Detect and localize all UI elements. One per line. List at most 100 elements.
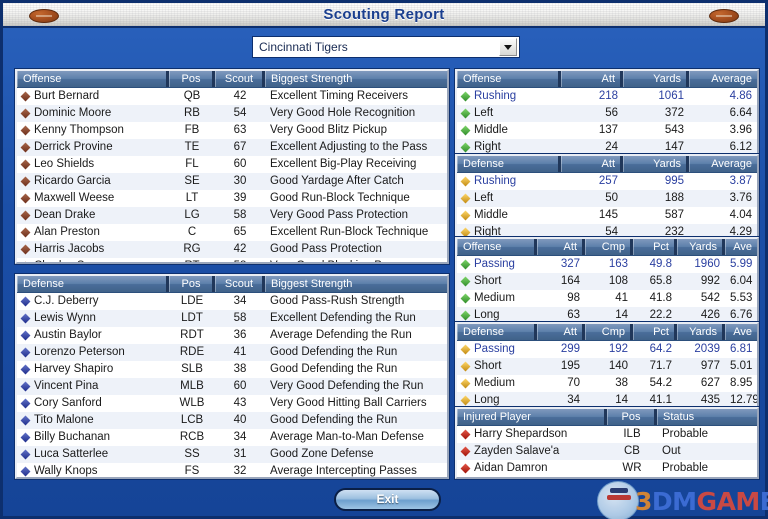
stat-label: Short xyxy=(474,275,502,287)
column-header-ave[interactable]: Ave xyxy=(725,239,757,255)
table-row[interactable]: Vincent Pina MLB 60 Very Good Defending the… xyxy=(17,378,447,395)
diamond-bullet-icon xyxy=(460,176,471,187)
table-row[interactable]: Short 164 108 65.8 992 6.04 xyxy=(457,273,757,290)
table-row[interactable]: Derrick Provine TE 67 Excellent Adjusting t… xyxy=(17,139,447,156)
table-row[interactable]: Lewis Wynn LDT 58 Excellent Defending the R… xyxy=(17,310,447,327)
table-row[interactable]: Harvey Shapiro SLB 38 Good Defending the Ru… xyxy=(17,361,447,378)
diamond-bullet-icon xyxy=(20,176,31,187)
column-header-pct[interactable]: Pct xyxy=(633,239,677,255)
injured-player-position: CB xyxy=(624,445,640,457)
table-row[interactable]: Passing 327 163 49.8 1960 5.99 xyxy=(457,256,757,273)
table-row[interactable]: Wally Knops FS 32 Average Intercepting Pass… xyxy=(17,463,447,477)
player-scout-rating: 42 xyxy=(233,243,247,255)
stat-ave: 6.04 xyxy=(730,275,753,287)
stat-label: Passing xyxy=(474,258,515,270)
column-header-strength[interactable]: Biggest Strength xyxy=(265,71,447,87)
table-row[interactable]: Rushing 218 1061 4.86 xyxy=(457,88,757,105)
exit-button[interactable]: Exit xyxy=(334,488,441,511)
column-header-yards[interactable]: Yards xyxy=(677,239,725,255)
column-header-att[interactable]: Att xyxy=(561,71,623,87)
column-header-strength[interactable]: Biggest Strength xyxy=(265,276,447,292)
column-header-pos[interactable]: Pos xyxy=(169,71,215,87)
column-header-ave[interactable]: Ave xyxy=(725,324,757,340)
player-biggest-strength: Very Good Blitz Pickup xyxy=(270,124,387,136)
column-header-defense[interactable]: Defense xyxy=(457,324,537,340)
player-position: RT xyxy=(169,258,215,262)
table-row[interactable]: Austin Baylor RDT 36 Average Defending the … xyxy=(17,327,447,344)
table-row[interactable]: Short 195 140 71.7 977 5.01 xyxy=(457,358,757,375)
player-position: RB xyxy=(184,107,200,119)
player-biggest-strength: Average Intercepting Passes xyxy=(270,465,417,477)
table-row[interactable]: Alan Preston C 65 Excellent Run-Block Techn… xyxy=(17,224,447,241)
table-row[interactable]: Tito Malone LCB 40 Good Defending the Run xyxy=(17,412,447,429)
player-name-cell: Derrick Provine xyxy=(17,139,169,156)
table-row[interactable]: Medium 98 41 41.8 542 5.53 xyxy=(457,290,757,307)
player-name-cell: Maxwell Weese xyxy=(17,190,169,207)
column-header-cmp[interactable]: Cmp xyxy=(585,239,633,255)
column-header-cmp[interactable]: Cmp xyxy=(585,324,633,340)
player-name: C.J. Deberry xyxy=(34,295,99,307)
player-name: Dominic Moore xyxy=(34,107,112,119)
column-header-pos[interactable]: Pos xyxy=(607,409,657,425)
stat-label: Rushing xyxy=(474,175,517,187)
chevron-down-icon[interactable] xyxy=(499,38,517,56)
table-row[interactable]: Maxwell Weese LT 39 Good Run-Block Techniqu… xyxy=(17,190,447,207)
column-header-average[interactable]: Average xyxy=(689,156,757,172)
table-row[interactable]: Rushing 257 995 3.87 xyxy=(457,173,757,190)
column-header-pct[interactable]: Pct xyxy=(633,324,677,340)
diamond-bullet-icon xyxy=(460,293,471,304)
table-row[interactable]: Long 63 14 22.2 426 6.76 xyxy=(457,307,757,321)
player-name-cell: Burt Bernard xyxy=(17,88,169,105)
column-header-offense[interactable]: Offense xyxy=(457,239,537,255)
table-row[interactable]: Billy Buchanan RCB 34 Average Man-to-Man De… xyxy=(17,429,447,446)
table-row[interactable]: Zayden Salave'a CB Out xyxy=(457,443,757,460)
table-row[interactable]: Harris Jacobs RG 42 Good Pass Protection xyxy=(17,241,447,258)
title-bar: Scouting Report xyxy=(3,3,765,28)
table-row[interactable]: Dominic Moore RB 54 Very Good Hole Recognit… xyxy=(17,105,447,122)
column-header-yards[interactable]: Yards xyxy=(677,324,725,340)
table-row[interactable]: Charles Segura RT58Very Good Blocking Pow… xyxy=(17,258,447,262)
table-row[interactable]: Cory Sanford WLB 43 Very Good Hitting Ball … xyxy=(17,395,447,412)
column-header-average[interactable]: Average xyxy=(689,71,757,87)
column-header-yards[interactable]: Yards xyxy=(623,156,689,172)
table-row[interactable]: Middle 137 543 3.96 xyxy=(457,122,757,139)
stat-cmp: 14 xyxy=(615,309,628,321)
rush-offense-header: Offense Att Yards Average xyxy=(457,71,757,88)
table-row[interactable]: Passing 299 192 64.2 2039 6.81 xyxy=(457,341,757,358)
column-header-pos[interactable]: Pos xyxy=(169,276,215,292)
column-header-offense[interactable]: Offense xyxy=(457,71,561,87)
table-row[interactable]: Ricardo Garcia SE 30 Good Yardage After Cat… xyxy=(17,173,447,190)
column-header-att[interactable]: Att xyxy=(537,324,585,340)
rush-offense-panel: Offense Att Yards Average Rushing 218 1061… xyxy=(455,69,759,155)
table-row[interactable]: Kenny Thompson FB 63 Very Good Blitz Pickup xyxy=(17,122,447,139)
player-name-cell: Kenny Thompson xyxy=(17,122,169,139)
table-row[interactable]: Long 34 14 41.1 435 12.79 xyxy=(457,392,757,406)
column-header-injured-player[interactable]: Injured Player xyxy=(457,409,607,425)
column-header-yards[interactable]: Yards xyxy=(623,71,689,87)
column-header-att[interactable]: Att xyxy=(561,156,623,172)
table-row[interactable]: Medium 70 38 54.2 627 8.95 xyxy=(457,375,757,392)
column-header-scout[interactable]: Scout xyxy=(215,276,265,292)
diamond-bullet-icon xyxy=(20,108,31,119)
table-row[interactable]: Aidan Damron WR Probable xyxy=(457,460,757,477)
table-row[interactable]: Harry Shepardson ILB Probable xyxy=(457,426,757,443)
column-header-att[interactable]: Att xyxy=(537,239,585,255)
table-row[interactable]: Burt Bernard QB 42 Excellent Timing Receive… xyxy=(17,88,447,105)
table-row[interactable]: Leo Shields FL 60 Excellent Big-Play Receiv… xyxy=(17,156,447,173)
table-row[interactable]: Luca Satterlee SS 31 Good Zone Defense xyxy=(17,446,447,463)
team-select[interactable]: Cincinnati Tigers xyxy=(252,36,520,58)
player-name: Vincent Pina xyxy=(34,380,99,392)
column-header-defense[interactable]: Defense xyxy=(17,276,169,292)
table-row[interactable]: Middle 145 587 4.04 xyxy=(457,207,757,224)
column-header-status[interactable]: Status xyxy=(657,409,757,425)
stat-att: 56 xyxy=(605,107,618,119)
table-row[interactable]: C.J. Deberry LDE 34 Good Pass-Rush Strength xyxy=(17,293,447,310)
table-row[interactable]: Lorenzo Peterson RDE 41 Good Defending the … xyxy=(17,344,447,361)
column-header-defense[interactable]: Defense xyxy=(457,156,561,172)
table-row[interactable]: Left 50 188 3.76 xyxy=(457,190,757,207)
table-row[interactable]: Left 56 372 6.64 xyxy=(457,105,757,122)
table-row[interactable]: Right 24 147 6.12 xyxy=(457,139,757,153)
table-row[interactable]: Dean Drake LG 58 Very Good Pass Protection xyxy=(17,207,447,224)
column-header-scout[interactable]: Scout xyxy=(215,71,265,87)
column-header-offense[interactable]: Offense xyxy=(17,71,169,87)
